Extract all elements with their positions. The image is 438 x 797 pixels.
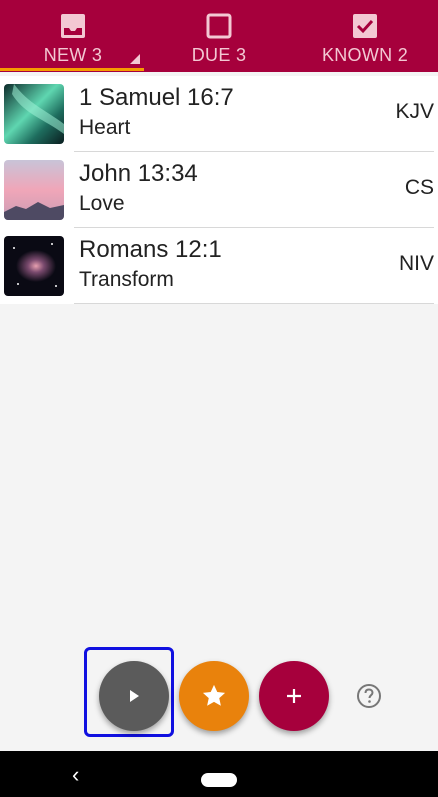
inbox-icon [61, 14, 85, 38]
tab-bar: NEW 3 DUE 3 KNOWN 2 [0, 0, 438, 72]
add-button[interactable] [259, 661, 329, 731]
verse-reference: 1 Samuel 16:7 [79, 84, 234, 111]
tab-corner-indicator [130, 54, 140, 64]
home-pill-icon[interactable] [201, 773, 237, 787]
verse-reference: Romans 12:1 [79, 236, 222, 263]
checkbox-empty-icon [206, 13, 232, 39]
verse-topic: Heart [79, 116, 131, 139]
list-item[interactable]: 1 Samuel 16:7 Heart KJV [0, 76, 438, 152]
list-item[interactable]: John 13:34 Love CS [0, 152, 438, 228]
pink-sky-mountains-thumbnail [4, 160, 64, 220]
tab-new[interactable]: NEW 3 [0, 0, 146, 72]
verse-version: KJV [395, 100, 434, 123]
verse-topic: Love [79, 192, 125, 215]
tab-active-indicator [0, 68, 144, 71]
back-icon[interactable]: ‹ [72, 760, 92, 790]
verse-topic: Transform [79, 268, 174, 291]
verse-reference: John 13:34 [79, 160, 198, 187]
verse-list: 1 Samuel 16:7 Heart KJV John 13:34 Love [0, 76, 438, 304]
verse-version: CS [404, 176, 434, 199]
verse-version: NIV [398, 252, 434, 275]
checkbox-checked-icon [353, 14, 377, 38]
plus-icon [287, 689, 301, 703]
star-icon [202, 684, 226, 706]
star-button[interactable] [179, 661, 249, 731]
tab-new-label: NEW 3 [43, 45, 103, 65]
tab-known-label: KNOWN 2 [321, 45, 409, 65]
help-icon[interactable] [356, 683, 382, 709]
aurora-thumbnail [4, 84, 64, 144]
play-icon [130, 690, 139, 702]
tab-due-label: DUE 3 [191, 45, 247, 65]
tab-known[interactable]: KNOWN 2 [292, 0, 438, 72]
nebula-thumbnail [4, 236, 64, 296]
play-button[interactable] [99, 661, 169, 731]
tab-due[interactable]: DUE 3 [146, 0, 292, 72]
row-divider [74, 303, 434, 304]
list-item[interactable]: Romans 12:1 Transform NIV [0, 228, 438, 304]
